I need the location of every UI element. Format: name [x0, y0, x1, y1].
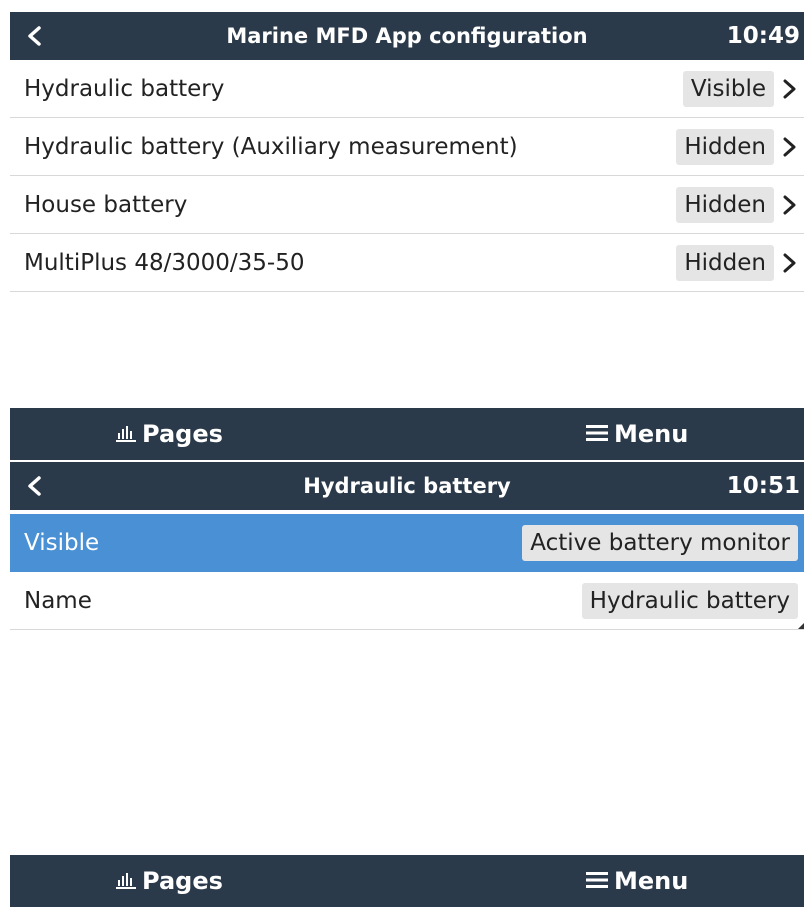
item-value: Visible [682, 71, 774, 107]
hydraulic-battery-screen: Hydraulic battery 10:51 Visible Active b… [10, 462, 804, 907]
item-label: House battery [24, 192, 188, 218]
item-label: Hydraulic battery (Auxiliary measurement… [24, 134, 518, 160]
pages-button[interactable]: Pages [116, 855, 223, 907]
list-item-hydraulic-battery[interactable]: Hydraulic battery Visible [10, 60, 804, 118]
title-bar: Marine MFD App configuration 10:49 [10, 12, 804, 60]
chevron-right-icon [783, 195, 796, 215]
item-value: Hydraulic battery [581, 583, 798, 619]
item-label: Hydraulic battery [24, 76, 225, 102]
menu-button[interactable]: Menu [586, 408, 688, 460]
pages-label: Pages [142, 420, 223, 448]
bar-chart-icon [116, 873, 136, 889]
chevron-right-icon [783, 79, 796, 99]
edit-corner-marker [798, 623, 804, 629]
item-label: Visible [24, 530, 100, 556]
item-value: Hidden [676, 187, 774, 223]
list-item-name[interactable]: Name Hydraulic battery [10, 572, 804, 630]
hamburger-menu-icon [586, 425, 608, 441]
pages-label: Pages [142, 867, 223, 895]
item-label: MultiPlus 48/3000/35-50 [24, 250, 305, 276]
bottom-bar: Pages Menu [10, 855, 804, 907]
bar-chart-icon [116, 426, 136, 442]
list-item-multiplus[interactable]: MultiPlus 48/3000/35-50 Hidden [10, 234, 804, 292]
title-bar: Hydraulic battery 10:51 [10, 462, 804, 510]
item-value: Hidden [676, 245, 774, 281]
clock: 10:51 [726, 473, 800, 499]
chevron-right-icon [783, 137, 796, 157]
item-value: Active battery monitor [522, 525, 798, 561]
hamburger-menu-icon [586, 872, 608, 888]
menu-button[interactable]: Menu [586, 855, 688, 907]
item-value: Hidden [676, 129, 774, 165]
bottom-bar: Pages Menu [10, 408, 804, 460]
item-label: Name [24, 588, 92, 614]
list-item-hydraulic-battery-aux[interactable]: Hydraulic battery (Auxiliary measurement… [10, 118, 804, 176]
list-item-house-battery[interactable]: House battery Hidden [10, 176, 804, 234]
list-item-visible[interactable]: Visible Active battery monitor [10, 514, 804, 572]
clock: 10:49 [726, 23, 800, 49]
mfd-config-screen: Marine MFD App configuration 10:49 Hydra… [10, 12, 804, 460]
menu-label: Menu [614, 420, 689, 448]
pages-button[interactable]: Pages [116, 408, 223, 460]
page-title: Hydraulic battery [303, 474, 511, 498]
menu-label: Menu [614, 867, 689, 895]
chevron-right-icon [783, 253, 796, 273]
page-title: Marine MFD App configuration [226, 24, 588, 48]
